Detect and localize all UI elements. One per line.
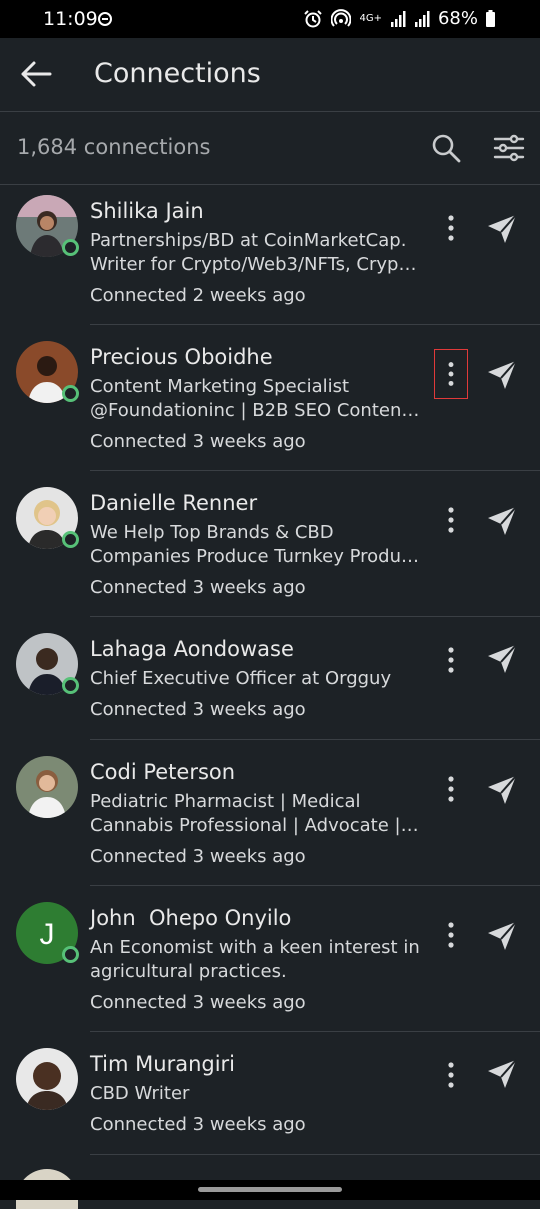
online-status-dot bbox=[62, 946, 79, 963]
more-vertical-icon bbox=[448, 922, 454, 948]
more-options-button[interactable] bbox=[434, 349, 468, 399]
online-status-dot bbox=[62, 677, 79, 694]
list-item[interactable]: Tim Murangiri CBD Writer Connected 3 wee… bbox=[0, 1032, 540, 1155]
avatar-initial: J bbox=[40, 918, 55, 951]
status-time: 11:09 bbox=[43, 8, 98, 30]
connected-time: Connected 3 weeks ago bbox=[90, 431, 306, 452]
page-title: Connections bbox=[94, 58, 261, 89]
app-bar: Connections bbox=[0, 38, 540, 112]
list-item[interactable]: J John Ohepo Onyilo An Economist with a … bbox=[0, 886, 540, 1032]
more-vertical-icon bbox=[448, 776, 454, 802]
connection-name[interactable]: Tim Murangiri bbox=[90, 1052, 235, 1076]
connection-name[interactable]: Shilika Jain bbox=[90, 199, 204, 223]
list-item[interactable]: Lahaga Aondowase Chief Executive Officer… bbox=[0, 617, 540, 740]
send-message-button[interactable] bbox=[484, 503, 520, 539]
hotspot-icon bbox=[331, 8, 352, 27]
connected-time: Connected 3 weeks ago bbox=[90, 577, 306, 598]
list-item[interactable]: Precious Oboidhe Content Marketing Speci… bbox=[0, 325, 540, 471]
more-options-button[interactable] bbox=[434, 1050, 468, 1100]
sliders-icon bbox=[493, 134, 525, 162]
do-not-disturb-icon bbox=[98, 12, 112, 26]
search-button[interactable] bbox=[430, 132, 462, 164]
status-bar: 11:09 4G+ 68% bbox=[0, 0, 540, 38]
battery-percent: 68% bbox=[437, 8, 478, 29]
more-vertical-icon bbox=[448, 215, 454, 241]
more-options-button[interactable] bbox=[434, 635, 468, 685]
search-icon bbox=[432, 134, 461, 163]
network-type: 4G+ bbox=[359, 12, 382, 24]
connection-name[interactable]: Danielle Renner bbox=[90, 491, 257, 515]
send-icon bbox=[488, 1059, 517, 1088]
connected-time: Connected 3 weeks ago bbox=[90, 699, 306, 720]
online-status-dot bbox=[62, 531, 79, 548]
connection-name[interactable]: Precious Oboidhe bbox=[90, 345, 273, 369]
home-indicator[interactable] bbox=[198, 1187, 342, 1192]
more-vertical-icon bbox=[448, 507, 454, 533]
send-message-button[interactable] bbox=[484, 641, 520, 677]
connected-time: Connected 3 weeks ago bbox=[90, 846, 306, 867]
avatar bbox=[16, 756, 78, 818]
back-arrow-icon bbox=[21, 61, 52, 87]
connected-time: Connected 2 weeks ago bbox=[90, 285, 306, 306]
send-message-button[interactable] bbox=[484, 918, 520, 954]
list-item[interactable]: Codi Peterson Pediatric Pharmacist | Med… bbox=[0, 740, 540, 886]
signal-icon bbox=[390, 10, 406, 27]
alarm-icon bbox=[304, 9, 323, 27]
connection-name[interactable]: John Ohepo Onyilo bbox=[90, 906, 291, 930]
connections-count: 1,684 connections bbox=[17, 135, 211, 159]
connections-toolbar: 1,684 connections bbox=[0, 112, 540, 185]
filter-button[interactable] bbox=[492, 132, 526, 164]
connection-name[interactable]: Codi Peterson bbox=[90, 760, 235, 784]
send-icon bbox=[488, 921, 517, 950]
connection-headline: CBD Writer bbox=[90, 1083, 190, 1104]
connection-headline: Chief Executive Officer at Orgguy bbox=[90, 668, 392, 689]
connection-headline: Partnerships/BD at CoinMarketCap. Writer… bbox=[90, 230, 422, 275]
connections-list: Shilika Jain Partnerships/BD at CoinMark… bbox=[0, 185, 540, 1209]
more-vertical-icon bbox=[448, 362, 454, 386]
more-vertical-icon bbox=[448, 1062, 454, 1088]
battery-icon bbox=[486, 10, 495, 27]
more-options-button[interactable] bbox=[434, 203, 468, 253]
list-item[interactable]: Shilika Jain Partnerships/BD at CoinMark… bbox=[0, 185, 540, 325]
status-icons: 4G+ 68% bbox=[303, 8, 498, 29]
connection-headline: We Help Top Brands & CBD Companies Produ… bbox=[90, 522, 422, 567]
signal-icon-2 bbox=[414, 10, 430, 27]
connection-headline: Content Marketing Specialist @Foundation… bbox=[90, 376, 422, 421]
list-item[interactable]: Danielle Renner We Help Top Brands & CBD… bbox=[0, 471, 540, 617]
online-status-dot bbox=[62, 385, 79, 402]
send-message-button[interactable] bbox=[484, 772, 520, 808]
more-options-button[interactable] bbox=[434, 910, 468, 960]
avatar bbox=[16, 1048, 78, 1110]
send-icon bbox=[488, 214, 517, 243]
more-options-button[interactable] bbox=[434, 764, 468, 814]
more-vertical-icon bbox=[448, 647, 454, 673]
send-message-button[interactable] bbox=[484, 211, 520, 247]
connection-name[interactable]: Lahaga Aondowase bbox=[90, 637, 294, 661]
back-button[interactable] bbox=[18, 56, 54, 92]
connected-time: Connected 3 weeks ago bbox=[90, 1114, 306, 1135]
connected-time: Connected 3 weeks ago bbox=[90, 992, 306, 1013]
send-message-button[interactable] bbox=[484, 357, 520, 393]
send-icon bbox=[488, 506, 517, 535]
more-options-button[interactable] bbox=[434, 495, 468, 545]
connection-headline: An Economist with a keen interest in agr… bbox=[90, 937, 420, 982]
online-status-dot bbox=[62, 239, 79, 256]
connection-headline: Pediatric Pharmacist | Medical Cannabis … bbox=[90, 791, 422, 836]
send-icon bbox=[488, 644, 517, 673]
send-icon bbox=[488, 775, 517, 804]
send-icon bbox=[488, 360, 517, 389]
send-message-button[interactable] bbox=[484, 1056, 520, 1092]
